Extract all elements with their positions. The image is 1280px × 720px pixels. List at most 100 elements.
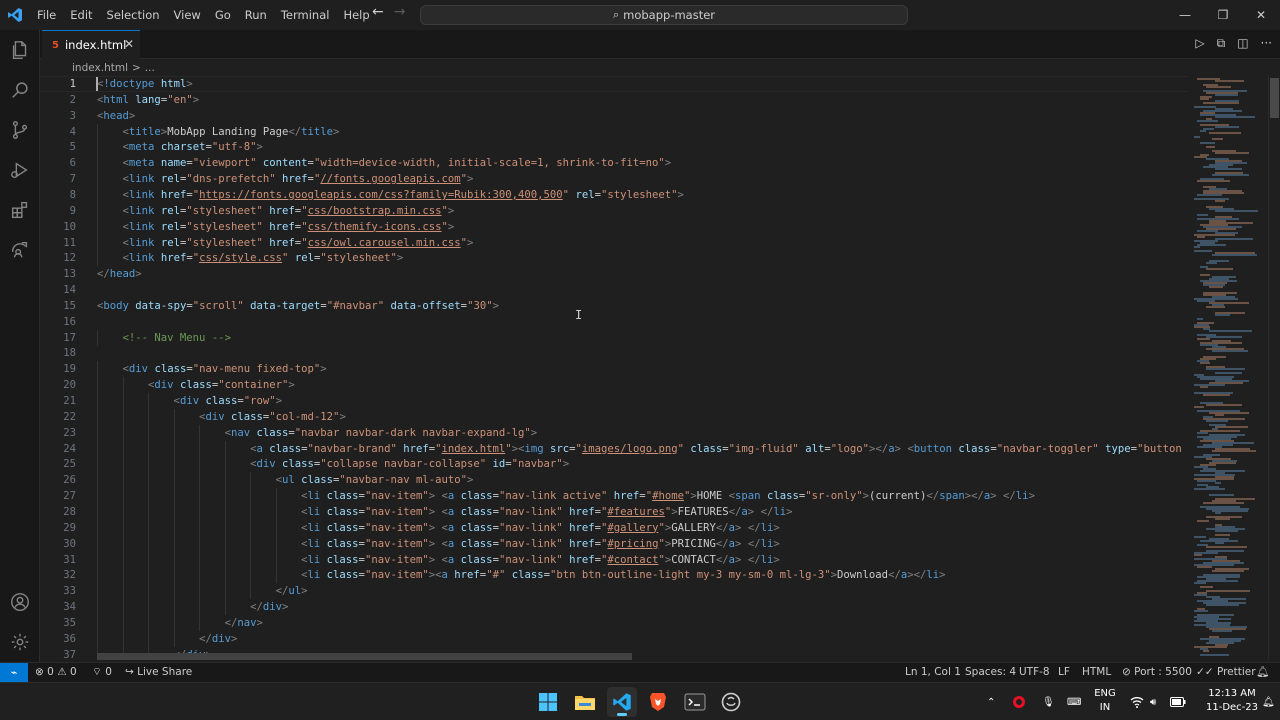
- menu-terminal[interactable]: Terminal: [274, 4, 337, 26]
- remote-indicator-icon[interactable]: ⌁: [0, 663, 28, 682]
- tray-app-icon[interactable]: [1012, 683, 1026, 720]
- settings-gear-icon[interactable]: [0, 622, 40, 662]
- code-line[interactable]: 34 </div>: [40, 599, 1188, 616]
- run-debug-icon[interactable]: [0, 150, 40, 190]
- search-icon[interactable]: [0, 70, 40, 110]
- code-line[interactable]: 20 <div class="container">: [40, 377, 1188, 394]
- more-actions-icon[interactable]: ···: [1261, 36, 1272, 51]
- end-of-line[interactable]: LF: [1058, 663, 1070, 682]
- menu-selection[interactable]: Selection: [100, 4, 167, 26]
- cursor-position[interactable]: Ln 1, Col 1: [905, 663, 961, 682]
- menu-view[interactable]: View: [167, 4, 208, 26]
- code-line[interactable]: 23 <nav class="navbar navbar-dark navbar…: [40, 424, 1188, 441]
- volume-icon[interactable]: 🔊︎: [1150, 683, 1156, 720]
- menu-file[interactable]: File: [30, 4, 63, 26]
- code-line[interactable]: 28 <li class="nav-item"> <a class="nav-l…: [40, 503, 1188, 520]
- menu-go[interactable]: Go: [208, 4, 238, 26]
- indentation[interactable]: Spaces: 4: [965, 663, 1016, 682]
- accounts-icon[interactable]: [0, 582, 40, 622]
- notifications-bell-icon[interactable]: 🔔︎: [1256, 663, 1269, 682]
- vertical-scrollbar[interactable]: [1268, 76, 1280, 660]
- github-desktop-icon[interactable]: [716, 687, 746, 717]
- code-line[interactable]: 11 <link rel="stylesheet" href="css/owl.…: [40, 234, 1188, 251]
- code-line[interactable]: 30 <li class="nav-item"> <a class="nav-l…: [40, 535, 1188, 552]
- code-line[interactable]: 5 <meta charset="utf-8">: [40, 139, 1188, 156]
- back-arrow-icon[interactable]: ←: [372, 4, 384, 20]
- maximize-icon[interactable]: ❐: [1204, 0, 1242, 30]
- extensions-icon[interactable]: [0, 190, 40, 230]
- open-preview-icon[interactable]: ⧉: [1217, 36, 1226, 51]
- explorer-icon[interactable]: [0, 30, 40, 70]
- run-icon[interactable]: ▷: [1195, 36, 1204, 51]
- code-line[interactable]: 12 <link href="css/style.css" rel="style…: [40, 250, 1188, 267]
- minimap[interactable]: [1188, 76, 1268, 660]
- code-line[interactable]: 8 <link href="https://fonts.googleapis.c…: [40, 186, 1188, 203]
- code-line[interactable]: 2 <html lang="en">: [40, 92, 1188, 108]
- menu-run[interactable]: Run: [238, 4, 274, 26]
- windows-start-icon[interactable]: [533, 687, 563, 717]
- language-mode[interactable]: HTML: [1082, 663, 1111, 682]
- menu-edit[interactable]: Edit: [63, 4, 99, 26]
- terminal-icon[interactable]: [680, 687, 710, 717]
- breadcrumb-file[interactable]: index.html: [72, 62, 128, 74]
- notification-center-icon[interactable]: 🔔︎: [1262, 683, 1275, 720]
- code-line[interactable]: 13 </head>: [40, 266, 1188, 282]
- code-line[interactable]: 9 <link rel="stylesheet" href="css/boots…: [40, 202, 1188, 219]
- ports-indicator[interactable]: ⌔ 0: [92, 663, 112, 682]
- code-line[interactable]: 29 <li class="nav-item"> <a class="nav-l…: [40, 519, 1188, 536]
- code-line[interactable]: 24 <a class="navbar-brand" href="index.h…: [40, 440, 1188, 457]
- code-line[interactable]: 33 </ul>: [40, 583, 1188, 600]
- code-line[interactable]: 1 <!doctype html>: [40, 76, 1188, 92]
- code-line[interactable]: 22 <div class="col-md-12">: [40, 408, 1188, 425]
- code-line[interactable]: 27 <li class="nav-item"> <a class="nav-l…: [40, 488, 1188, 505]
- show-hidden-icons-icon[interactable]: ⌃: [987, 683, 995, 720]
- wifi-icon[interactable]: [1130, 683, 1144, 720]
- live-server-port[interactable]: ⊘ Port : 5500: [1122, 663, 1192, 682]
- forward-arrow-icon[interactable]: →: [394, 4, 406, 20]
- close-window-icon[interactable]: ✕: [1242, 0, 1280, 30]
- prettier-status[interactable]: ✓✓ Prettier: [1196, 663, 1256, 682]
- keyboard-icon[interactable]: ⌨: [1067, 683, 1081, 720]
- code-editor[interactable]: 37 </div>36 </div>35 </nav>34 </div>33 <…: [40, 76, 1188, 660]
- input-language-indicator[interactable]: ENG IN: [1092, 687, 1118, 715]
- vertical-scrollbar-thumb[interactable]: [1270, 78, 1279, 118]
- problems-indicator[interactable]: ⊗ 0 ⚠ 0: [35, 663, 77, 682]
- command-center-search[interactable]: ⌕ mobapp-master: [420, 5, 908, 25]
- brave-browser-icon[interactable]: [643, 687, 673, 717]
- code-line[interactable]: 3 <head>: [40, 108, 1188, 124]
- code-line[interactable]: 21 <div class="row">: [40, 393, 1188, 409]
- file-explorer-icon[interactable]: [570, 687, 600, 717]
- split-editor-icon[interactable]: ◫: [1237, 36, 1248, 51]
- code-line[interactable]: 25 <div class="collapse navbar-collapse"…: [40, 456, 1188, 473]
- breadcrumb-symbol[interactable]: ...: [145, 62, 155, 74]
- code-line[interactable]: 36 </div>: [40, 630, 1188, 647]
- battery-icon[interactable]: [1170, 683, 1186, 720]
- code-line[interactable]: 7 <link rel="dns-prefetch" href="//fonts…: [40, 171, 1188, 188]
- code-line[interactable]: 35 </nav>: [40, 614, 1188, 631]
- code-line[interactable]: 31 <li class="nav-item"> <a class="nav-l…: [40, 551, 1188, 568]
- code-line[interactable]: 4 <title>MobApp Landing Page</title>: [40, 123, 1188, 140]
- live-share-icon[interactable]: [0, 230, 40, 270]
- menu-help[interactable]: Help: [336, 4, 376, 26]
- code-token: body: [103, 299, 129, 312]
- system-clock[interactable]: 12:13 AM 11-Dec-23: [1204, 687, 1260, 715]
- code-line[interactable]: 16: [40, 314, 1188, 330]
- code-line[interactable]: 15 <body data-spy="scroll" data-target="#…: [40, 298, 1188, 314]
- close-icon[interactable]: ✕: [124, 37, 134, 51]
- file-encoding[interactable]: UTF-8: [1019, 663, 1050, 682]
- code-line[interactable]: 10 <link rel="stylesheet" href="css/them…: [40, 218, 1188, 235]
- code-line[interactable]: 32 <li class="nav-item"><a href="#" clas…: [40, 567, 1188, 584]
- minimize-icon[interactable]: —: [1166, 0, 1204, 30]
- code-line[interactable]: 17 <!-- Nav Menu -->: [40, 329, 1188, 346]
- microphone-icon[interactable]: 🎙︎: [1042, 683, 1055, 720]
- code-line[interactable]: 6 <meta name="viewport" content="width=d…: [40, 155, 1188, 172]
- vscode-taskbar-icon[interactable]: [607, 687, 637, 717]
- code-line[interactable]: 14: [40, 282, 1188, 298]
- code-line[interactable]: 26 <ul class="navbar-nav ml-auto">: [40, 472, 1188, 489]
- live-share-status[interactable]: ↪ Live Share: [125, 663, 192, 682]
- tab-index-html[interactable]: 5 index.html ✕: [42, 30, 140, 59]
- horizontal-scrollbar[interactable]: [97, 653, 632, 660]
- code-line[interactable]: 18: [40, 345, 1188, 361]
- source-control-icon[interactable]: [0, 110, 40, 150]
- code-line[interactable]: 19 <div class="nav-menu fixed-top">: [40, 361, 1188, 378]
